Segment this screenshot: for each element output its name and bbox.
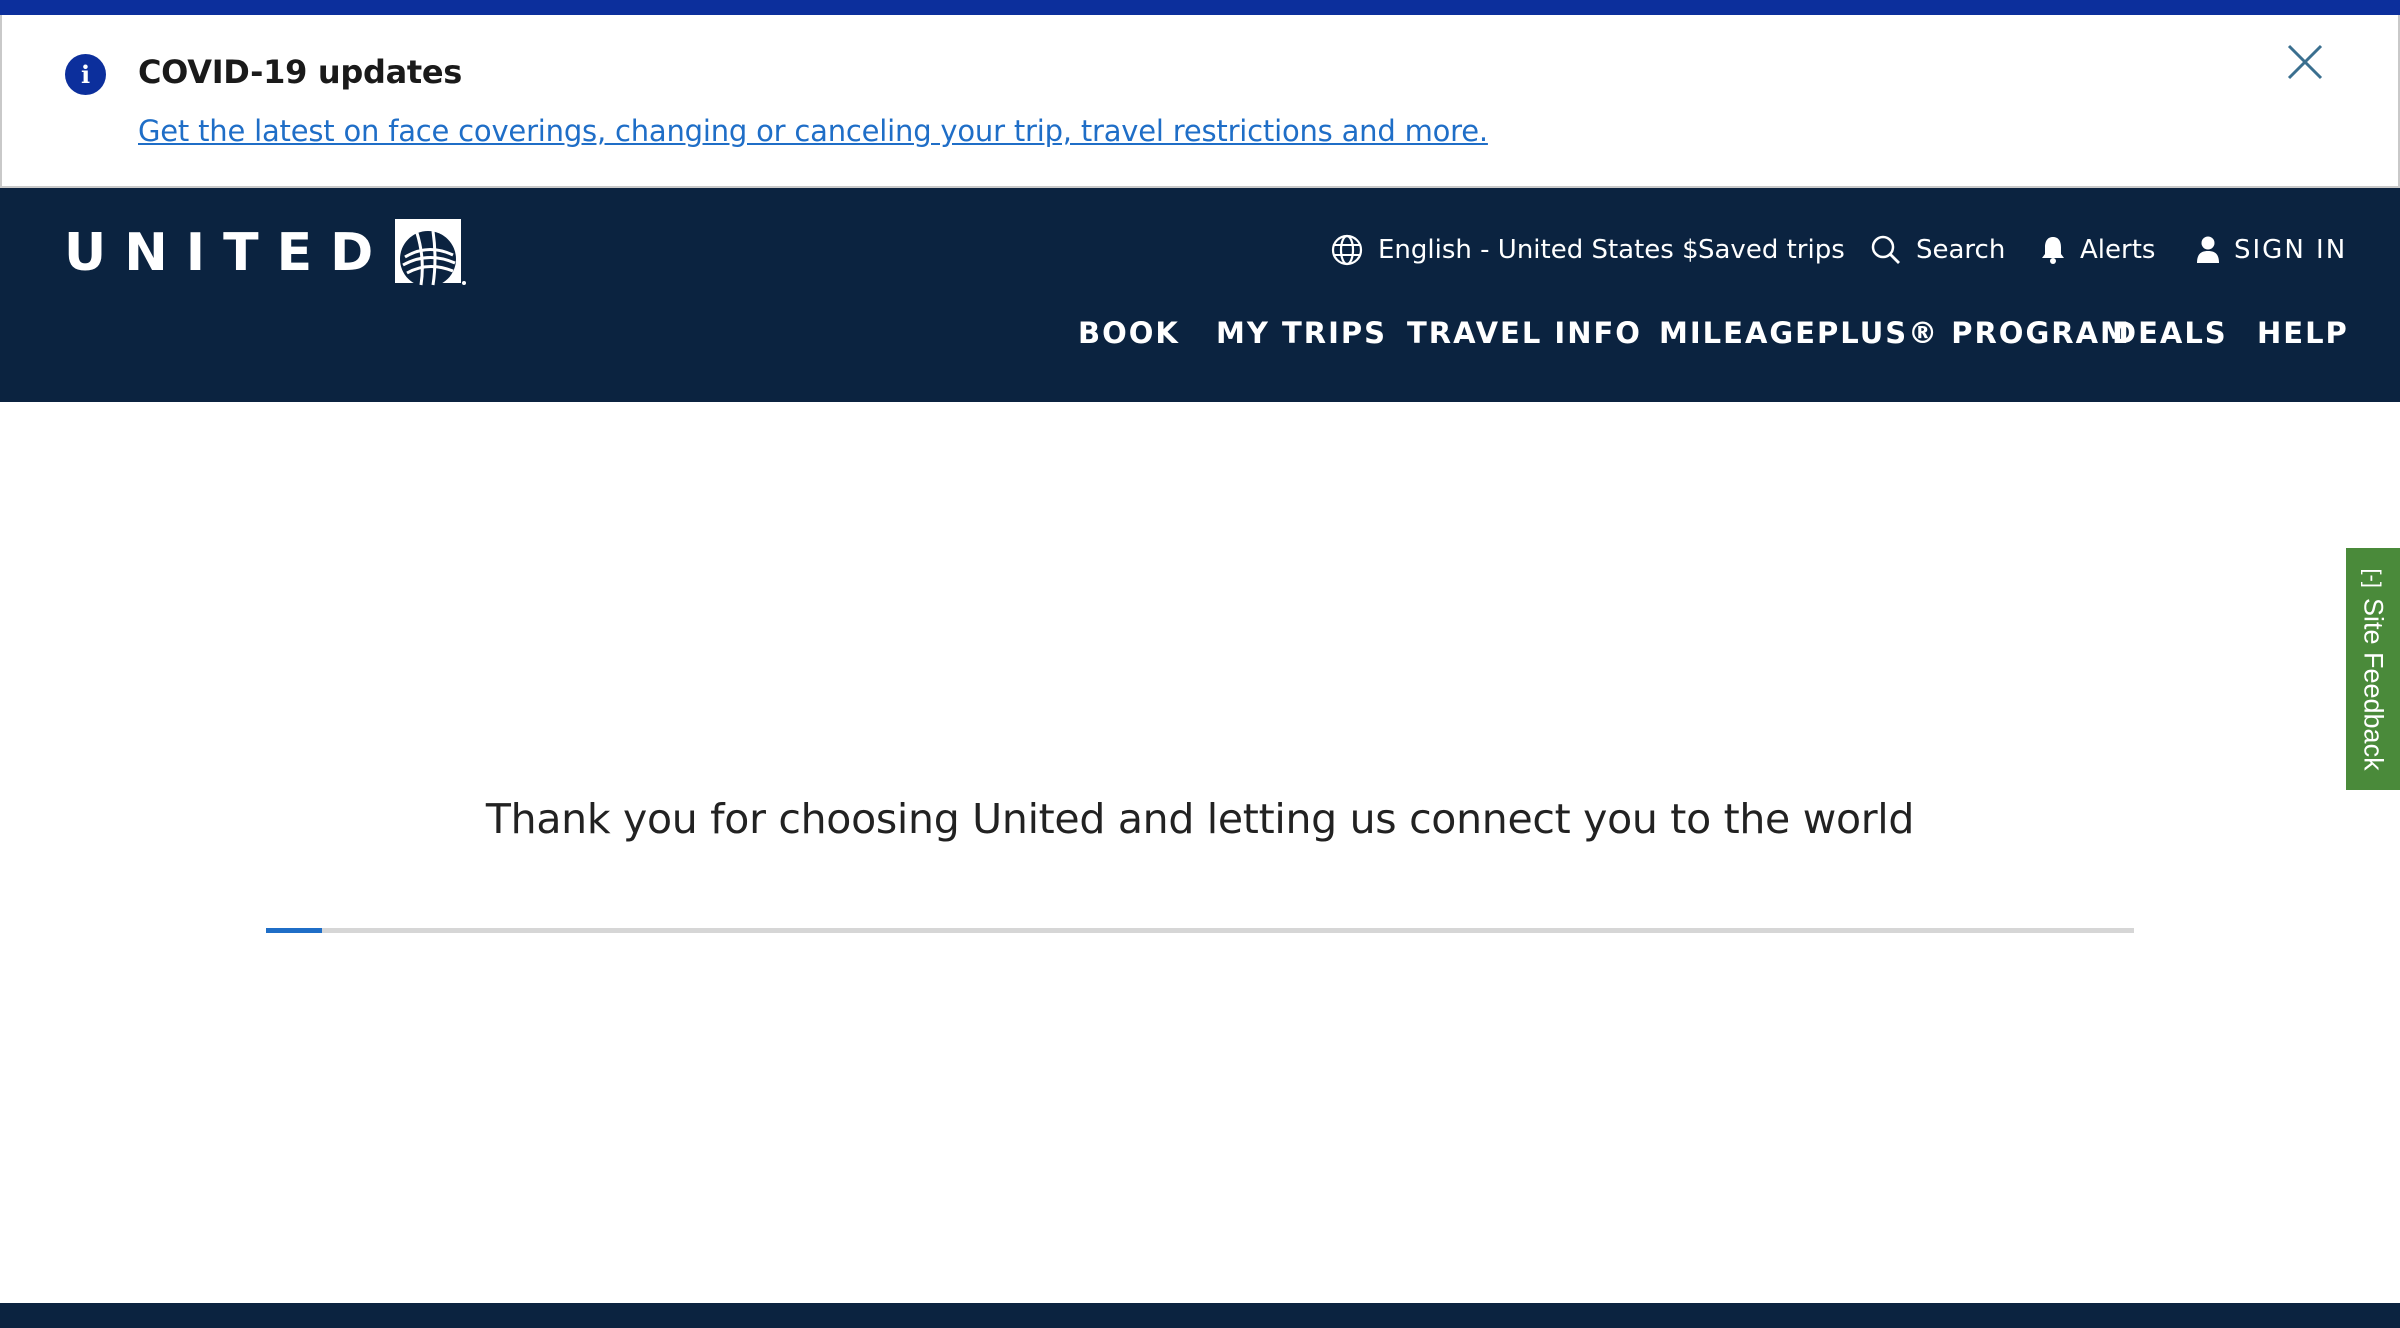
feedback-icon: [-] (2361, 567, 2387, 588)
search-button[interactable]: Search (1870, 230, 2005, 270)
search-icon (1871, 235, 1900, 264)
globe-icon (1331, 234, 1363, 266)
close-icon[interactable] (2285, 42, 2325, 82)
nav-my-trips[interactable]: MY TRIPS (1216, 316, 1387, 350)
united-logo[interactable]: UNITED (64, 218, 467, 288)
sign-in-label: SIGN IN (2234, 235, 2348, 265)
saved-trips-link[interactable]: Saved trips (1698, 230, 1845, 270)
loading-progress-fill (266, 928, 323, 933)
covid-banner-title: COVID-19 updates (138, 53, 463, 91)
loading-progress-bar (266, 928, 2134, 933)
language-label: English - United States $ (1378, 235, 1699, 265)
site-header: UNITED English - United States $ Saved t… (0, 188, 2400, 402)
nav-deals[interactable]: DEALS (2112, 316, 2228, 350)
nav-mileageplus[interactable]: MILEAGEPLUS® PROGRAM (1659, 316, 2131, 350)
logo-wordmark: UNITED (64, 223, 392, 283)
footer-strip (0, 1303, 2400, 1328)
info-glyph: i (80, 60, 91, 89)
user-icon (2197, 236, 2219, 263)
search-label: Search (1916, 235, 2006, 265)
nav-help[interactable]: HELP (2257, 316, 2349, 350)
top-accent-bar (0, 0, 2400, 15)
language-selector[interactable]: English - United States $ (1330, 230, 1699, 270)
saved-trips-label: Saved trips (1698, 235, 1845, 265)
alerts-label: Alerts (2080, 235, 2156, 265)
nav-travel-info[interactable]: TRAVEL INFO (1407, 316, 1642, 350)
globe-logo-icon (395, 219, 467, 287)
info-icon: i (65, 54, 106, 95)
covid-updates-link[interactable]: Get the latest on face coverings, changi… (138, 114, 1488, 148)
loading-message: Thank you for choosing United and lettin… (485, 795, 1915, 843)
nav-book[interactable]: BOOK (1078, 316, 1180, 350)
site-feedback-tab[interactable]: [-] Site Feedback (2346, 548, 2400, 790)
feedback-label: Site Feedback (2358, 597, 2389, 771)
alerts-button[interactable]: Alerts (2040, 230, 2155, 270)
covid-banner: i COVID-19 updates Get the latest on fac… (0, 15, 2400, 188)
bell-icon (2042, 237, 2064, 264)
sign-in-button[interactable]: SIGN IN (2196, 230, 2347, 270)
